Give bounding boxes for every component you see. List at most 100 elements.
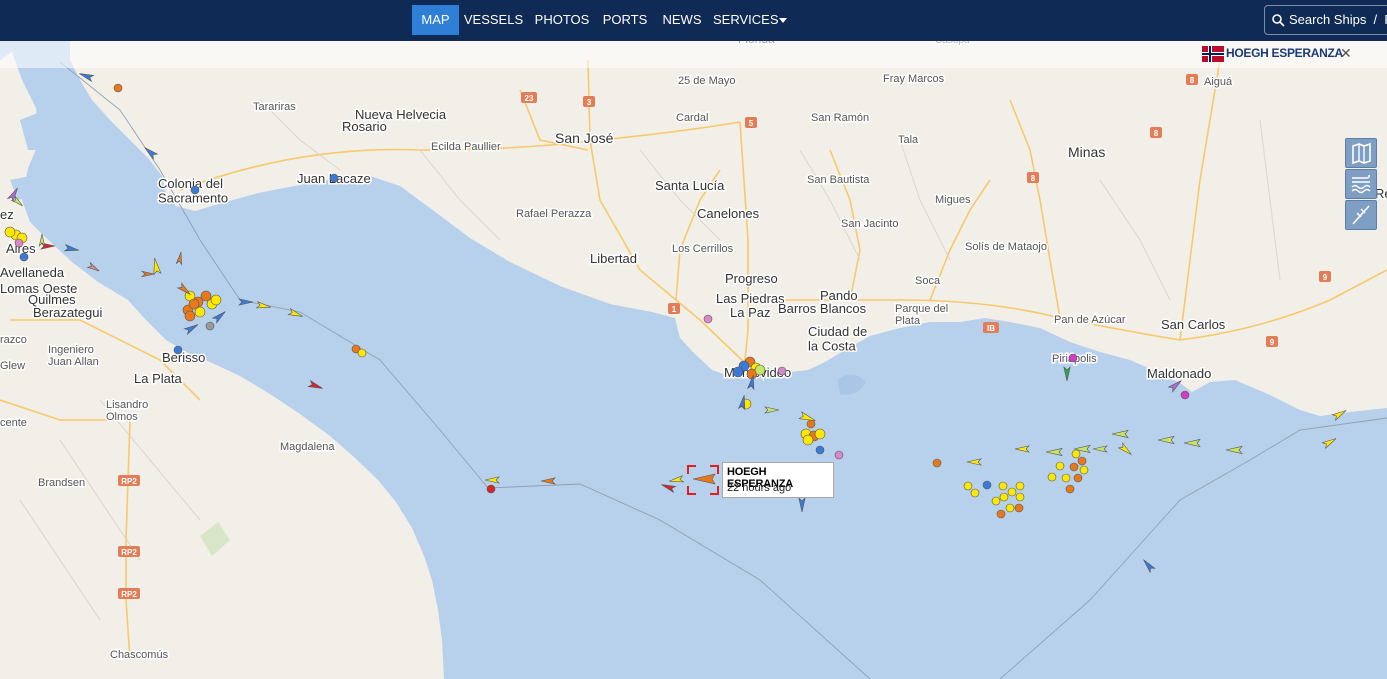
underway-vessel-marker[interactable] xyxy=(798,497,806,513)
anchored-vessel-marker[interactable] xyxy=(14,238,24,248)
underway-vessel-marker[interactable] xyxy=(183,322,199,336)
underway-vessel-marker[interactable] xyxy=(1111,429,1129,439)
anchored-vessel-marker[interactable] xyxy=(703,314,713,324)
underway-vessel-marker[interactable] xyxy=(1183,438,1201,448)
anchored-vessel-marker[interactable] xyxy=(188,298,200,310)
anchored-vessel-marker[interactable] xyxy=(1015,492,1025,502)
underway-vessel-marker[interactable] xyxy=(238,298,254,306)
anchored-vessel-marker[interactable] xyxy=(113,83,123,93)
anchored-vessel-marker[interactable] xyxy=(991,496,1001,506)
underway-vessel-marker[interactable] xyxy=(1045,447,1063,457)
anchored-vessel-marker[interactable] xyxy=(1055,461,1065,471)
anchored-vessel-marker[interactable] xyxy=(777,366,787,376)
nav-tab-ports[interactable]: PORTS xyxy=(598,5,652,35)
underway-vessel-marker[interactable] xyxy=(1141,558,1156,574)
anchored-vessel-marker[interactable] xyxy=(1065,484,1075,494)
anchored-vessel-marker[interactable] xyxy=(732,366,744,378)
underway-vessel-marker[interactable] xyxy=(764,406,780,414)
road-shield-RP2: RP2 xyxy=(118,546,140,557)
anchored-vessel-marker[interactable] xyxy=(802,434,814,446)
underway-vessel-marker[interactable] xyxy=(307,379,323,392)
anchored-vessel-marker[interactable] xyxy=(1005,503,1015,513)
nav-tab-news[interactable]: NEWS xyxy=(656,5,708,35)
nav-tab-services[interactable]: SERVICES xyxy=(713,5,779,35)
anchored-vessel-marker[interactable] xyxy=(998,481,1008,491)
anchored-vessel-marker[interactable] xyxy=(932,458,942,468)
anchored-vessel-marker[interactable] xyxy=(4,226,16,238)
underway-vessel-marker[interactable] xyxy=(1014,445,1030,453)
anchored-vessel-marker[interactable] xyxy=(1071,449,1081,459)
underway-vessel-marker[interactable] xyxy=(484,476,500,484)
anchored-vessel-marker[interactable] xyxy=(999,492,1009,502)
underway-vessel-marker[interactable] xyxy=(660,482,677,494)
anchored-vessel-marker[interactable] xyxy=(806,419,816,429)
underway-vessel-marker[interactable] xyxy=(966,458,982,466)
anchored-vessel-marker[interactable] xyxy=(173,345,183,355)
anchored-vessel-marker[interactable] xyxy=(1047,472,1057,482)
underway-vessel-marker[interactable] xyxy=(1321,436,1337,450)
anchored-vessel-marker[interactable] xyxy=(1180,390,1190,400)
nav-tab-photos[interactable]: PHOTOS xyxy=(530,5,594,35)
anchored-vessel-marker[interactable] xyxy=(329,173,339,183)
underway-vessel-marker[interactable] xyxy=(175,251,183,266)
anchored-vessel-marker[interactable] xyxy=(970,488,980,498)
map-view[interactable]: FloridaCasupá25 de MayoFray MarcosAiguáT… xyxy=(0,41,1387,679)
underway-vessel-marker[interactable] xyxy=(1157,435,1175,445)
underway-vessel-marker[interactable] xyxy=(1117,442,1134,457)
underway-vessel-marker[interactable] xyxy=(1092,445,1108,453)
weather-layer-button[interactable] xyxy=(1345,169,1377,199)
underway-vessel-marker[interactable] xyxy=(668,475,685,485)
anchored-vessel-marker[interactable] xyxy=(1077,456,1087,466)
close-icon[interactable]: ✕ xyxy=(1340,45,1352,62)
measure-tool-button[interactable] xyxy=(1345,200,1377,230)
underway-vessel-marker[interactable] xyxy=(63,244,80,254)
underway-vessel-marker[interactable] xyxy=(540,477,556,485)
anchored-vessel-marker[interactable] xyxy=(814,428,826,440)
anchored-vessel-marker[interactable] xyxy=(210,294,222,306)
map-layers-button[interactable] xyxy=(1345,138,1377,168)
anchored-vessel-marker[interactable] xyxy=(1014,503,1024,513)
anchored-vessel-marker[interactable] xyxy=(982,480,992,490)
place-label-san_ramon: San Ramón xyxy=(811,112,869,124)
underway-vessel-marker[interactable] xyxy=(140,270,155,278)
underway-vessel-marker[interactable] xyxy=(143,145,159,160)
measure-tool-icon xyxy=(1352,205,1370,225)
anchored-vessel-marker[interactable] xyxy=(834,450,844,460)
nav-tab-vessels[interactable]: VESSELS xyxy=(461,5,526,35)
anchored-vessel-marker[interactable] xyxy=(205,321,215,331)
underway-vessel-marker[interactable] xyxy=(78,71,95,83)
search-ships-box[interactable]: Search Ships / P xyxy=(1264,5,1387,35)
underway-vessel-marker[interactable] xyxy=(287,307,303,320)
vessel-markers-layer: FloridaCasupá25 de MayoFray MarcosAiguáT… xyxy=(0,41,1387,663)
anchored-vessel-marker[interactable] xyxy=(357,348,367,358)
vessel-tooltip[interactable]: HOEGH ESPERANZA 22 hours ago xyxy=(722,462,834,498)
anchored-vessel-marker[interactable] xyxy=(1015,481,1025,491)
underway-vessel-marker[interactable] xyxy=(6,186,20,203)
place-label-colonia: Colonia del xyxy=(158,176,223,191)
svg-text:3: 3 xyxy=(587,98,592,107)
underway-vessel-marker[interactable] xyxy=(86,261,100,274)
road-shield-9: 9 xyxy=(1319,271,1331,282)
anchored-vessel-marker[interactable] xyxy=(190,185,200,195)
anchored-vessel-marker[interactable] xyxy=(815,445,825,455)
underway-vessel-marker[interactable] xyxy=(151,257,162,276)
anchored-vessel-marker[interactable] xyxy=(963,481,973,491)
anchored-vessel-marker[interactable] xyxy=(996,509,1006,519)
underway-vessel-marker[interactable] xyxy=(255,301,272,311)
anchored-vessel-marker[interactable] xyxy=(1068,353,1078,363)
anchored-vessel-marker[interactable] xyxy=(19,252,29,262)
anchored-vessel-marker[interactable] xyxy=(754,364,766,376)
anchored-vessel-marker[interactable] xyxy=(1061,473,1071,483)
anchored-vessel-marker[interactable] xyxy=(1073,473,1083,483)
underway-vessel-marker[interactable] xyxy=(1063,366,1071,382)
anchored-vessel-marker[interactable] xyxy=(1007,487,1017,497)
selected-vessel-name[interactable]: HOEGH ESPERANZA xyxy=(1226,46,1343,60)
underway-vessel-marker[interactable] xyxy=(211,309,228,324)
underway-vessel-marker[interactable] xyxy=(1225,445,1243,455)
underway-vessel-marker[interactable] xyxy=(1331,408,1347,422)
anchored-vessel-marker[interactable] xyxy=(1069,462,1079,472)
nav-tab-map[interactable]: MAP xyxy=(412,5,459,35)
anchored-vessel-marker[interactable] xyxy=(184,310,196,322)
anchored-vessel-marker[interactable] xyxy=(486,484,496,494)
anchored-vessel-marker[interactable] xyxy=(1079,465,1089,475)
